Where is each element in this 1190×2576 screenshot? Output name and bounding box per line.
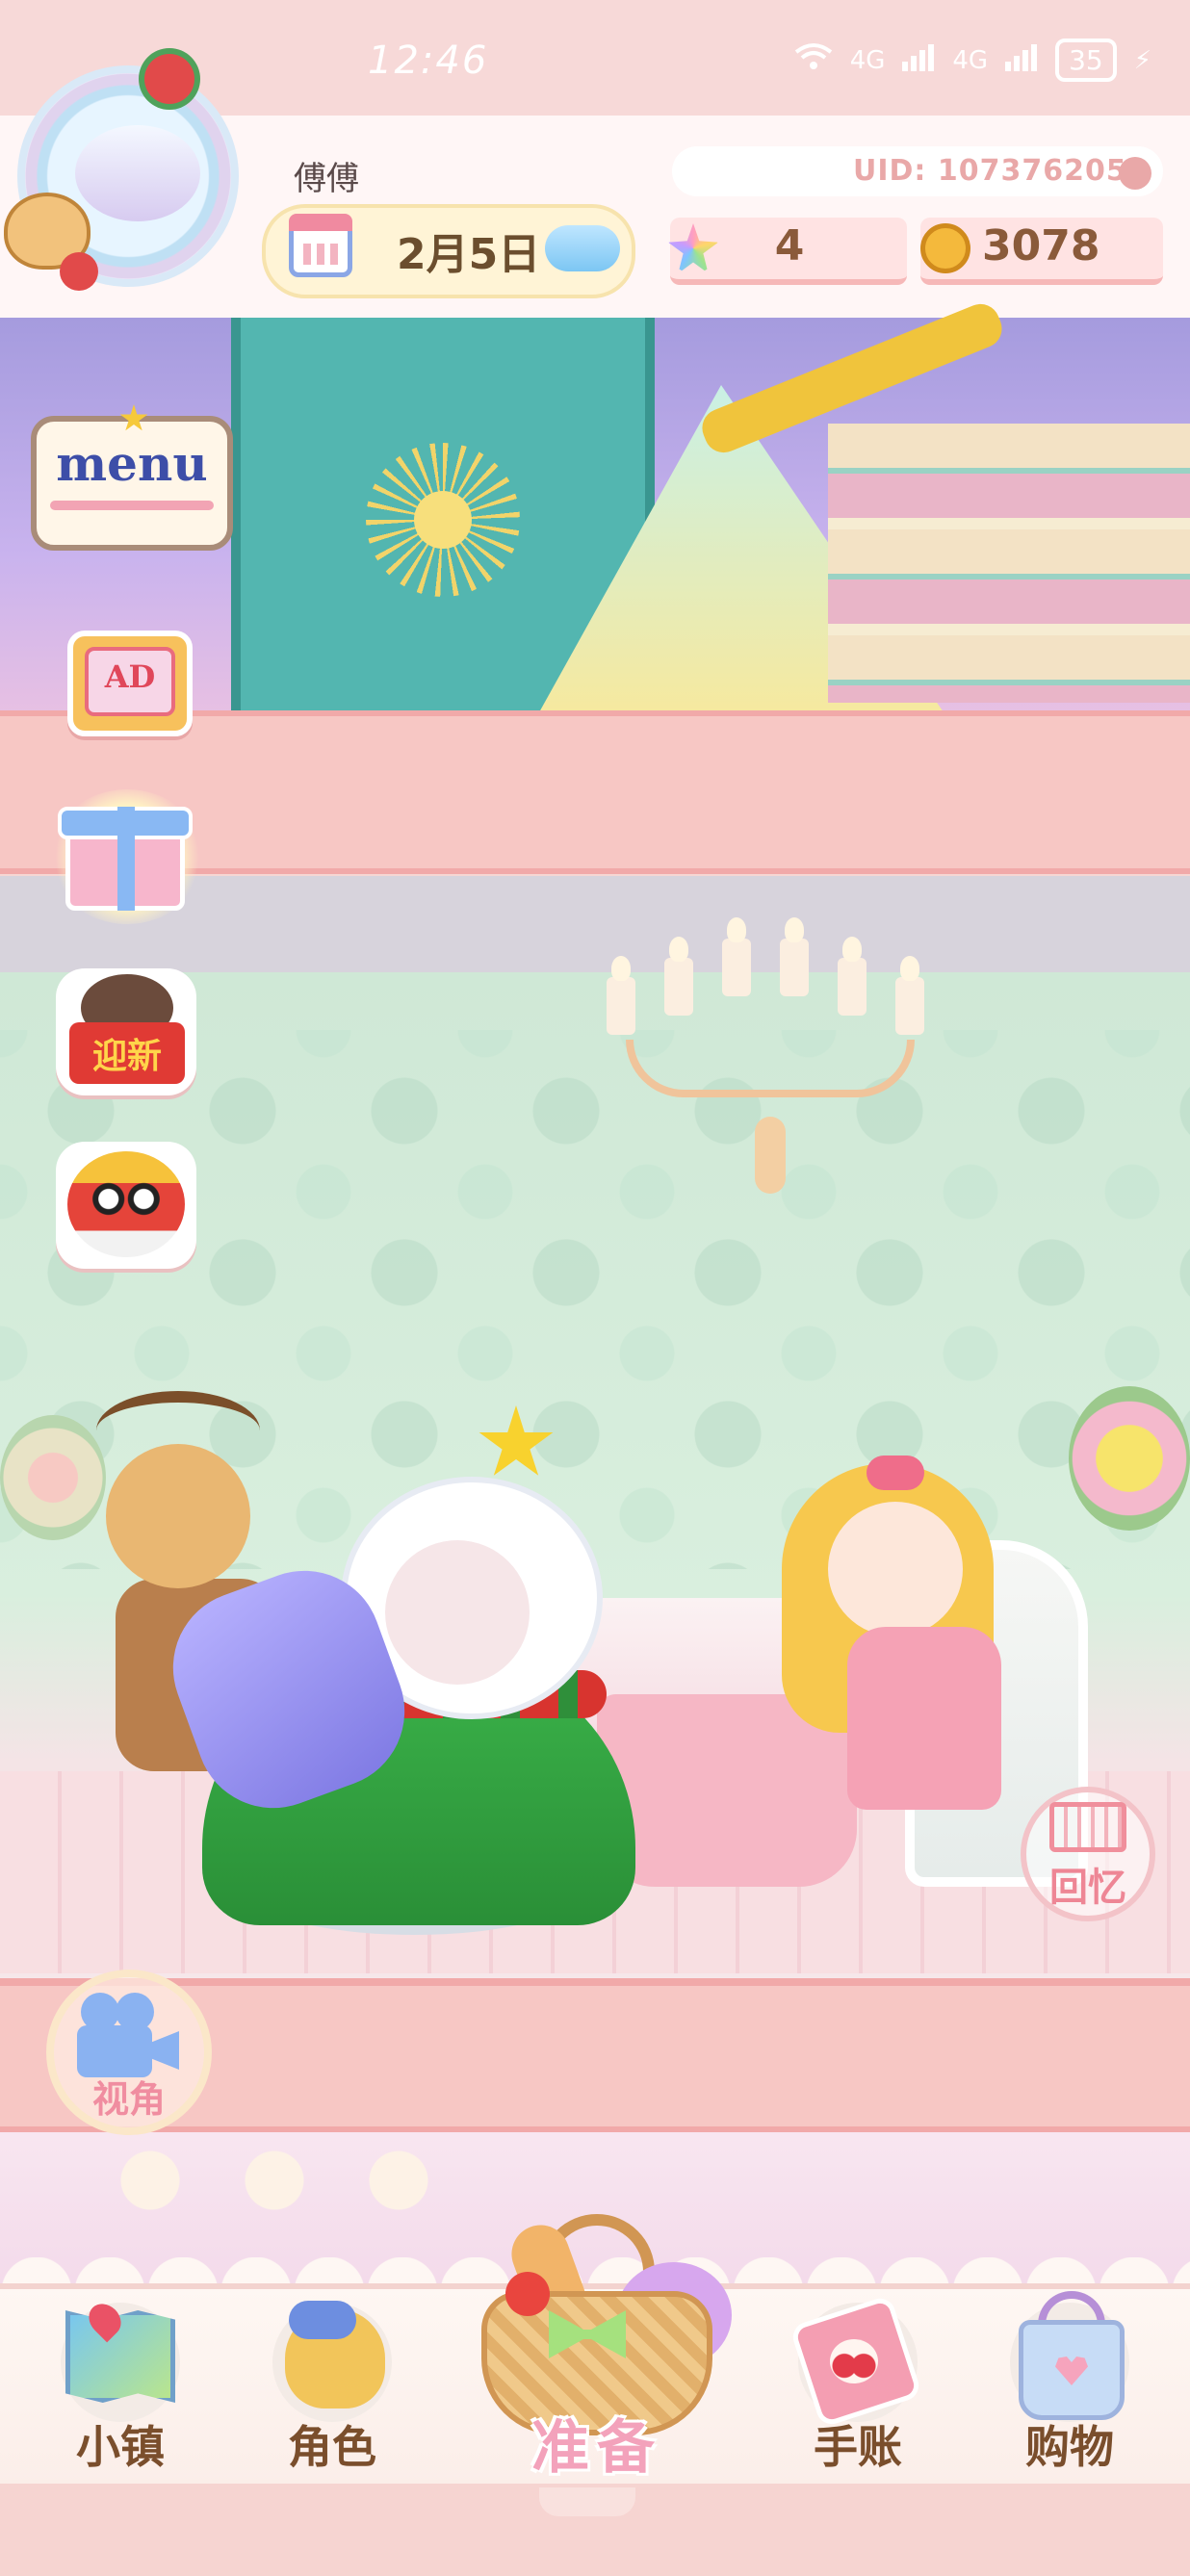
nav-shop-label: 购物 <box>1025 2421 1114 2473</box>
ad-label: AD <box>104 658 156 695</box>
chandelier <box>607 917 934 1131</box>
player-name: 傅傅 <box>294 160 359 198</box>
character-hat <box>289 2301 356 2339</box>
gift-ribbon <box>117 807 135 911</box>
player-uid: UID: 1073762050 <box>853 154 1149 188</box>
bottom-strip-tab <box>539 2487 635 2516</box>
network-label-2: 4G <box>952 45 989 75</box>
wifi-icon <box>794 42 833 78</box>
network-label-1: 4G <box>849 45 886 75</box>
reindeer-character[interactable] <box>106 1444 250 1588</box>
nav-town-label: 小镇 <box>76 2421 165 2473</box>
blonde-girl-face <box>828 1502 963 1636</box>
signal-icon-2 <box>1005 42 1038 78</box>
cherry-icon <box>830 2339 878 2383</box>
flower-vase <box>0 1415 106 1540</box>
status-indicators: 4G 4G 35 ⚡ <box>794 39 1151 82</box>
chandelier-pendant <box>755 1117 786 1194</box>
book-stack <box>828 424 1190 703</box>
hair-bow <box>867 1455 924 1490</box>
flower-vase <box>1069 1386 1190 1531</box>
cloud-icon <box>545 225 620 271</box>
rose-icon <box>144 54 194 104</box>
memory-label: 回忆 <box>1049 1866 1126 1910</box>
nav-role-label: 角色 <box>288 2421 376 2473</box>
blonde-girl-dress <box>847 1627 1001 1810</box>
film-strip-icon <box>1049 1802 1126 1852</box>
charging-icon: ⚡ <box>1133 45 1151 75</box>
chandelier-arm <box>626 1040 915 1097</box>
nav-journal-label: 手账 <box>814 2421 902 2473</box>
sun-ornament-center <box>414 491 472 549</box>
gem-count: 4 <box>774 221 805 270</box>
new-year-sign-text: 迎新 <box>91 1037 162 1076</box>
avatar-whale-character <box>75 125 200 221</box>
snowman-character-face <box>385 1540 530 1685</box>
menu-label: menu <box>56 435 208 492</box>
rose-icon <box>60 252 98 291</box>
battery-icon: 35 <box>1055 39 1117 82</box>
view-label: 视角 <box>91 2078 166 2121</box>
gold-coin-icon <box>920 223 970 273</box>
nav-prepare-label: 准备 <box>531 2414 662 2482</box>
lion-dance-icon <box>67 1151 185 1257</box>
game-date: 2月5日 <box>397 230 541 279</box>
coin-count: 3078 <box>982 221 1100 270</box>
chandelier <box>67 2132 481 2228</box>
status-time: 12:46 <box>368 39 489 83</box>
signal-icon <box>902 42 935 78</box>
calendar-icon <box>289 214 352 277</box>
apple-icon <box>505 2272 550 2316</box>
copy-icon[interactable] <box>1119 157 1151 190</box>
